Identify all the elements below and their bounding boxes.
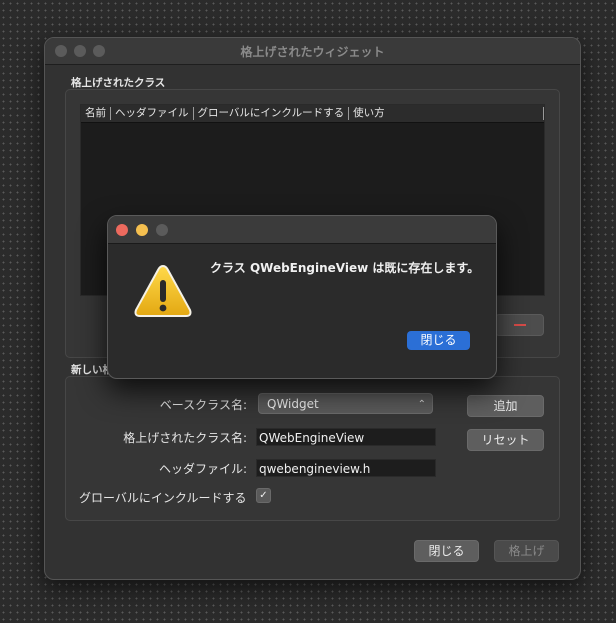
reset-button[interactable]: リセット: [467, 429, 544, 451]
table-header: 名前 ヘッダファイル グローバルにインクルードする 使い方: [81, 105, 544, 123]
window-title: 格上げされたウィジェット: [240, 45, 385, 59]
minus-icon: [514, 324, 526, 326]
remove-class-button[interactable]: [495, 314, 544, 336]
close-alert-button[interactable]: [116, 224, 128, 236]
alert-titlebar: [108, 216, 496, 244]
column-header-global-include[interactable]: グローバルにインクルードする: [194, 107, 350, 120]
alert-close-button[interactable]: 閉じる: [407, 331, 470, 350]
class-exists-alert: クラス QWebEngineView は既に存在します。 閉じる: [107, 215, 497, 379]
window-titlebar: 格上げされたウィジェット: [45, 38, 580, 65]
chevron-updown-icon: ⌃: [417, 399, 426, 410]
promoted-class-label: 格上げされたクラス名:: [123, 431, 247, 445]
alert-message: クラス QWebEngineView は既に存在します。: [210, 261, 480, 275]
promoted-class-field[interactable]: QWebEngineView: [256, 428, 436, 446]
global-include-label: グローバルにインクルードする: [79, 491, 247, 505]
close-button[interactable]: 閉じる: [414, 540, 479, 562]
promoted-classes-label: 格上げされたクラス: [71, 77, 166, 89]
check-icon: ✓: [259, 490, 268, 501]
header-file-field[interactable]: qwebengineview.h: [256, 459, 436, 477]
base-class-select[interactable]: QWidget ⌃: [258, 393, 433, 414]
column-header-usage[interactable]: 使い方: [349, 107, 544, 120]
zoom-alert-button[interactable]: [156, 224, 168, 236]
header-file-label: ヘッダファイル:: [158, 462, 247, 476]
column-header-name[interactable]: 名前: [81, 107, 111, 120]
base-class-label: ベースクラス名:: [159, 398, 247, 412]
global-include-checkbox[interactable]: ✓: [256, 488, 271, 503]
column-header-header-file[interactable]: ヘッダファイル: [111, 107, 194, 120]
promote-button[interactable]: 格上げ: [494, 540, 559, 562]
minimize-alert-button[interactable]: [136, 224, 148, 236]
warning-triangle-icon: [134, 264, 192, 317]
base-class-value: QWidget: [267, 397, 319, 411]
add-button[interactable]: 追加: [467, 395, 544, 417]
